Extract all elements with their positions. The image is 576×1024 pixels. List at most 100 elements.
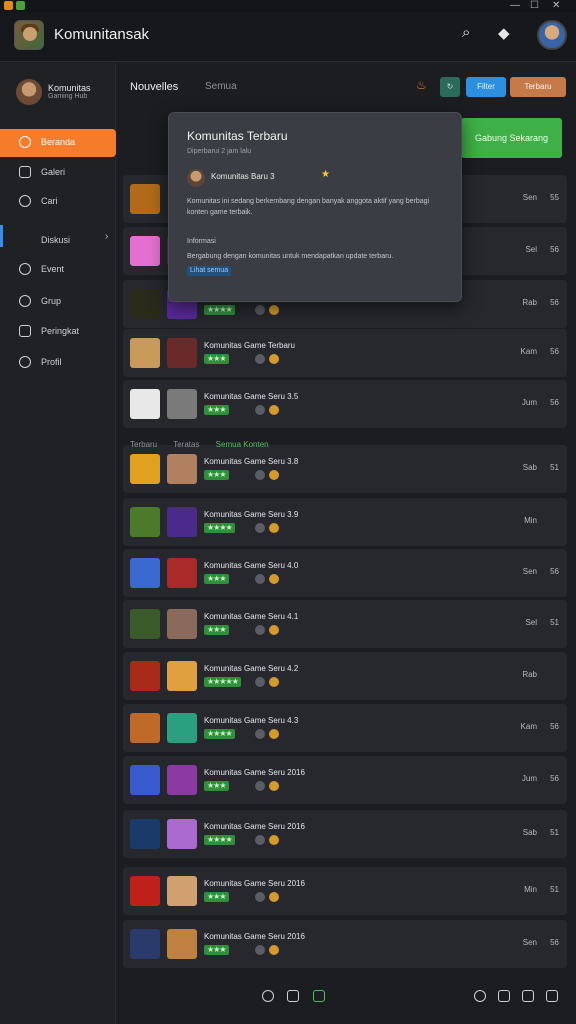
app-header: Komunitansak ⌕ ◆ — [0, 12, 576, 62]
sidebar-item-group[interactable]: Grup — [0, 288, 116, 316]
popup-body: Komunitas ini sedang berkembang dengan b… — [187, 198, 430, 216]
row-date: Sen — [522, 567, 537, 576]
footer-bar — [116, 985, 576, 1009]
list-item[interactable]: Komunitas Game Seru 4.2 ★★★★★ Rab — [123, 652, 567, 700]
list-item[interactable]: Komunitas Game Terbaru ★★★ Kam 56 — [123, 329, 567, 377]
row-title: Komunitas Game Seru 2016 — [204, 822, 305, 831]
settings-icon[interactable] — [474, 990, 486, 1002]
game-thumbnail — [167, 765, 197, 795]
join-button[interactable]: Gabung Sekarang — [461, 118, 562, 158]
game-thumbnail — [167, 876, 197, 906]
chat-icon[interactable] — [313, 990, 325, 1002]
game-thumbnail — [130, 184, 160, 214]
list-item[interactable]: Komunitas Game Seru 3.5 ★★★ Jum 56 — [123, 380, 567, 428]
upload-icon[interactable] — [546, 990, 558, 1002]
row-count: 56 — [550, 347, 559, 356]
filter-button[interactable]: Filter — [466, 77, 506, 97]
tab-all[interactable]: Semua — [205, 81, 237, 92]
calendar-icon — [19, 263, 31, 275]
trophy-icon — [269, 470, 279, 480]
tab-news[interactable]: Nouvelles — [130, 81, 178, 93]
trophy-icon — [269, 892, 279, 902]
badge-icon — [255, 677, 265, 687]
trophy-icon — [269, 574, 279, 584]
sort-button[interactable]: Terbaru — [510, 77, 566, 97]
game-thumbnail — [130, 558, 160, 588]
sidebar-item-event[interactable]: Event — [0, 256, 116, 284]
popup-link[interactable]: Lihat semua — [187, 266, 232, 276]
row-date: Sen — [522, 938, 537, 947]
maximize-button[interactable]: ☐ — [530, 0, 539, 12]
list-item[interactable]: Komunitas Game Seru 2016 ★★★ Min 51 — [123, 867, 567, 915]
list-item[interactable]: Komunitas Game Seru 3.9 ★★★★ Min — [123, 498, 567, 546]
badge-icon — [255, 523, 265, 533]
sidebar-item-gallery[interactable]: Galeri — [0, 159, 116, 187]
rating-stars: ★★★ — [204, 574, 229, 584]
row-date: Min — [524, 516, 537, 525]
game-thumbnail — [130, 713, 160, 743]
row-title: Komunitas Game Seru 3.5 — [204, 392, 299, 401]
popup-section-label: Informasi — [187, 238, 216, 245]
app-title: Komunitansak — [54, 26, 150, 43]
row-count: 56 — [550, 398, 559, 407]
app-logo — [14, 20, 44, 50]
game-thumbnail — [167, 507, 197, 537]
game-thumbnail — [130, 507, 160, 537]
user-avatar[interactable] — [537, 20, 567, 50]
row-count: 56 — [550, 245, 559, 254]
minimize-button[interactable]: — — [510, 0, 520, 12]
list-item[interactable]: Komunitas Game Seru 4.0 ★★★ Sen 56 — [123, 549, 567, 597]
image-icon[interactable] — [498, 990, 510, 1002]
trophy-icon — [269, 781, 279, 791]
chat-icon — [19, 234, 31, 246]
sidebar: Komunitas Gaming Hub Beranda Galeri › Ca… — [0, 63, 116, 1024]
sidebar-item-label: Event — [41, 264, 65, 274]
rating-stars: ★★★ — [204, 892, 229, 902]
trophy-icon — [269, 354, 279, 364]
section-tab-top[interactable]: Teratas — [173, 440, 199, 449]
game-thumbnail — [167, 819, 197, 849]
list-item[interactable]: Komunitas Game Seru 2016 ★★★ Sen 56 — [123, 920, 567, 968]
refresh-icon[interactable]: ↻ — [440, 77, 460, 97]
search-icon[interactable]: ⌕ — [462, 24, 470, 41]
rating-stars: ★★★★ — [204, 835, 235, 845]
sidebar-item-search[interactable]: Cari — [0, 188, 116, 216]
sidebar-item-ranking[interactable]: Peringkat — [0, 318, 116, 346]
row-title: Komunitas Game Seru 3.8 — [204, 457, 299, 466]
row-count: 56 — [550, 567, 559, 576]
content-toolbar: Nouvelles Semua ♨ ↻ Filter Terbaru — [116, 63, 576, 111]
row-title: Komunitas Game Seru 4.1 — [204, 612, 299, 621]
game-thumbnail — [130, 661, 160, 691]
row-date: Sel — [525, 245, 537, 254]
section-tab-recent[interactable]: Terbaru — [130, 440, 157, 449]
trophy-icon — [269, 523, 279, 533]
list-item[interactable]: Komunitas Game Seru 4.1 ★★★ Sel 51 — [123, 600, 567, 648]
game-thumbnail — [130, 289, 160, 319]
popup-user[interactable]: Komunitas Baru 3 — [211, 172, 275, 181]
badge-icon — [255, 729, 265, 739]
sidebar-item-profile[interactable]: Profil — [0, 349, 116, 377]
badge-icon — [255, 835, 265, 845]
row-date: Rab — [522, 298, 537, 307]
list-item[interactable]: Komunitas Game Seru 4.3 ★★★★ Kam 56 — [123, 704, 567, 752]
row-count: 51 — [550, 463, 559, 472]
notification-icon[interactable]: ◆ — [498, 24, 510, 42]
game-thumbnail — [167, 454, 197, 484]
list-item[interactable]: Komunitas Game Seru 3.8 ★★★ Sab 51 — [123, 445, 567, 493]
gallery-icon[interactable] — [522, 990, 534, 1002]
sidebar-item-home[interactable]: Beranda — [0, 129, 116, 157]
section-filter: Terbaru Teratas Semua Konten — [130, 440, 283, 449]
row-count: 51 — [550, 885, 559, 894]
rating-stars: ★★★ — [204, 945, 229, 955]
section-tab-all[interactable]: Semua Konten — [216, 440, 269, 449]
sidebar-item-chat[interactable]: Diskusi — [0, 227, 116, 255]
list-item[interactable]: Komunitas Game Seru 2016 ★★★★ Sab 51 — [123, 810, 567, 858]
star-icon: ★ — [321, 169, 330, 180]
help-icon[interactable] — [262, 990, 274, 1002]
gallery-icon — [19, 166, 31, 178]
fire-icon[interactable]: ♨ — [416, 78, 427, 92]
list-item[interactable]: Komunitas Game Seru 2016 ★★★ Jum 56 — [123, 756, 567, 804]
close-button[interactable]: ✕ — [552, 0, 560, 12]
trophy-icon — [269, 625, 279, 635]
bookmark-icon[interactable] — [287, 990, 299, 1002]
